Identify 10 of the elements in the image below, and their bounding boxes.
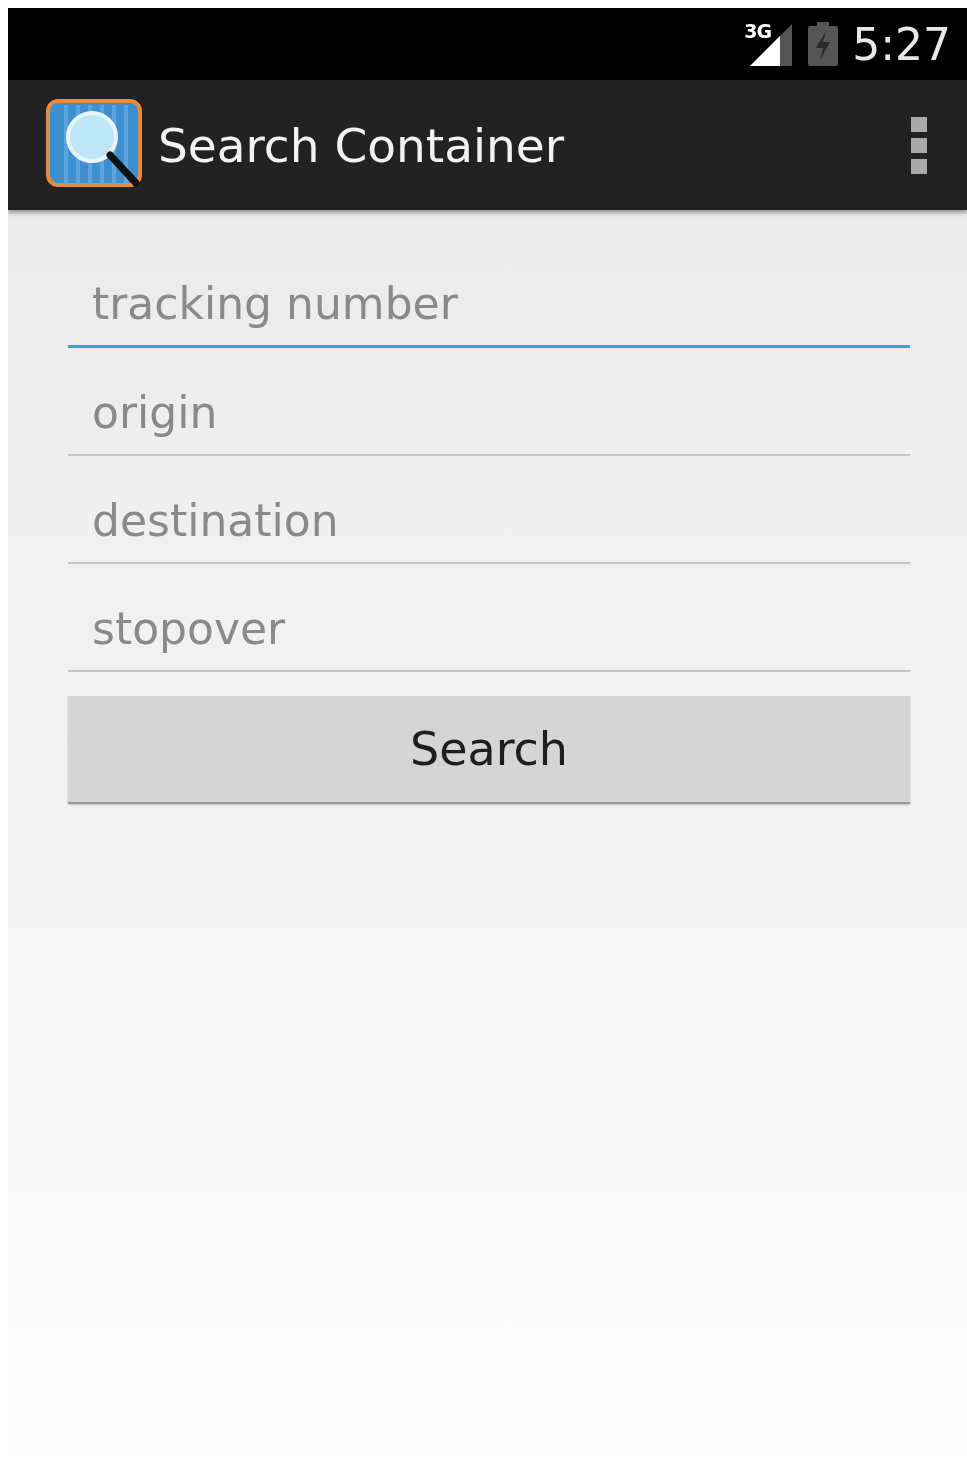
network-type-label: 3G bbox=[744, 20, 771, 42]
text-field[interactable]: destination bbox=[68, 456, 910, 564]
clock-time: 5:27 bbox=[852, 18, 951, 70]
battery-charging-icon bbox=[808, 22, 839, 66]
text-field[interactable]: origin bbox=[68, 348, 910, 456]
text-field[interactable]: stopover bbox=[68, 564, 910, 672]
search-button[interactable]: Search bbox=[68, 696, 910, 804]
text-field[interactable]: tracking number bbox=[68, 240, 910, 348]
app-title: Search Container bbox=[158, 117, 566, 173]
overflow-menu-button[interactable] bbox=[911, 116, 927, 174]
